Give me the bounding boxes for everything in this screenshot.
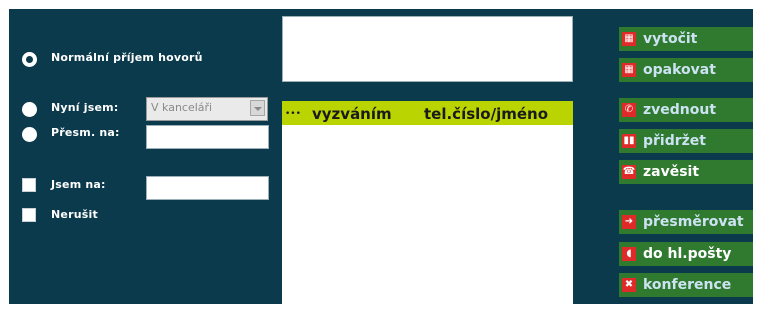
- hangup-label: zavěsit: [643, 164, 700, 180]
- forward-label: přesměrovat: [643, 214, 744, 230]
- status-select-value: V kanceláři: [151, 101, 213, 114]
- at-number-input[interactable]: [146, 176, 269, 200]
- pause-icon: ▮▮: [622, 134, 636, 148]
- forward-radio[interactable]: [22, 127, 37, 142]
- phone-icon: ✆: [622, 103, 636, 117]
- voicemail-button[interactable]: ◖ do hl.pošty: [619, 242, 753, 266]
- answer-button[interactable]: ✆ zvednout: [619, 98, 753, 122]
- hangup-button[interactable]: ☎ zavěsit: [619, 160, 753, 184]
- hangup-icon: ☎: [622, 165, 636, 179]
- dial-button[interactable]: ▦ vytočit: [619, 27, 753, 51]
- hold-label: přidržet: [643, 133, 706, 149]
- dial-label: vytočit: [643, 31, 698, 47]
- conference-icon: ✖: [622, 278, 636, 292]
- at-number-checkbox[interactable]: [22, 178, 36, 192]
- status-select[interactable]: V kanceláři: [146, 97, 268, 121]
- at-number-label: Jsem na:: [51, 178, 106, 191]
- normal-receive-radio[interactable]: [22, 52, 37, 67]
- column-number-name[interactable]: tel.číslo/jméno: [424, 106, 548, 122]
- hold-button[interactable]: ▮▮ přidržet: [619, 129, 753, 153]
- redial-button[interactable]: ▦ opakovat: [619, 58, 753, 82]
- column-ringing[interactable]: vyzváním: [312, 106, 392, 122]
- now-status-label: Nyní jsem:: [51, 101, 119, 114]
- grid-icon: ▦: [622, 63, 636, 77]
- conference-label: konference: [643, 277, 732, 293]
- arrow-right-icon: ➜: [622, 215, 636, 229]
- number-display[interactable]: [282, 16, 573, 82]
- forward-label: Přesm. na:: [51, 126, 120, 139]
- calls-list-header: ••• vyzváním tel.číslo/jméno: [282, 101, 573, 125]
- normal-receive-label: Normální příjem hovorů: [51, 51, 203, 64]
- voicemail-icon: ◖: [622, 247, 636, 261]
- conference-button[interactable]: ✖ konference: [619, 273, 753, 297]
- incoming-calls-list: ••• vyzváním tel.číslo/jméno: [282, 101, 573, 304]
- dnd-label: Nerušit: [51, 208, 98, 221]
- answer-label: zvednout: [643, 102, 717, 118]
- now-status-radio[interactable]: [22, 102, 37, 117]
- dnd-checkbox[interactable]: [22, 208, 36, 222]
- forward-number-input[interactable]: [146, 125, 269, 149]
- redial-label: opakovat: [643, 62, 716, 78]
- chevron-down-icon[interactable]: [250, 100, 265, 116]
- voicemail-label: do hl.pošty: [643, 246, 732, 262]
- phone-app: Normální příjem hovorů Nyní jsem: V kanc…: [0, 0, 762, 310]
- ellipsis-icon: •••: [285, 109, 301, 119]
- grid-icon: ▦: [622, 32, 636, 46]
- forward-button[interactable]: ➜ přesměrovat: [619, 210, 753, 234]
